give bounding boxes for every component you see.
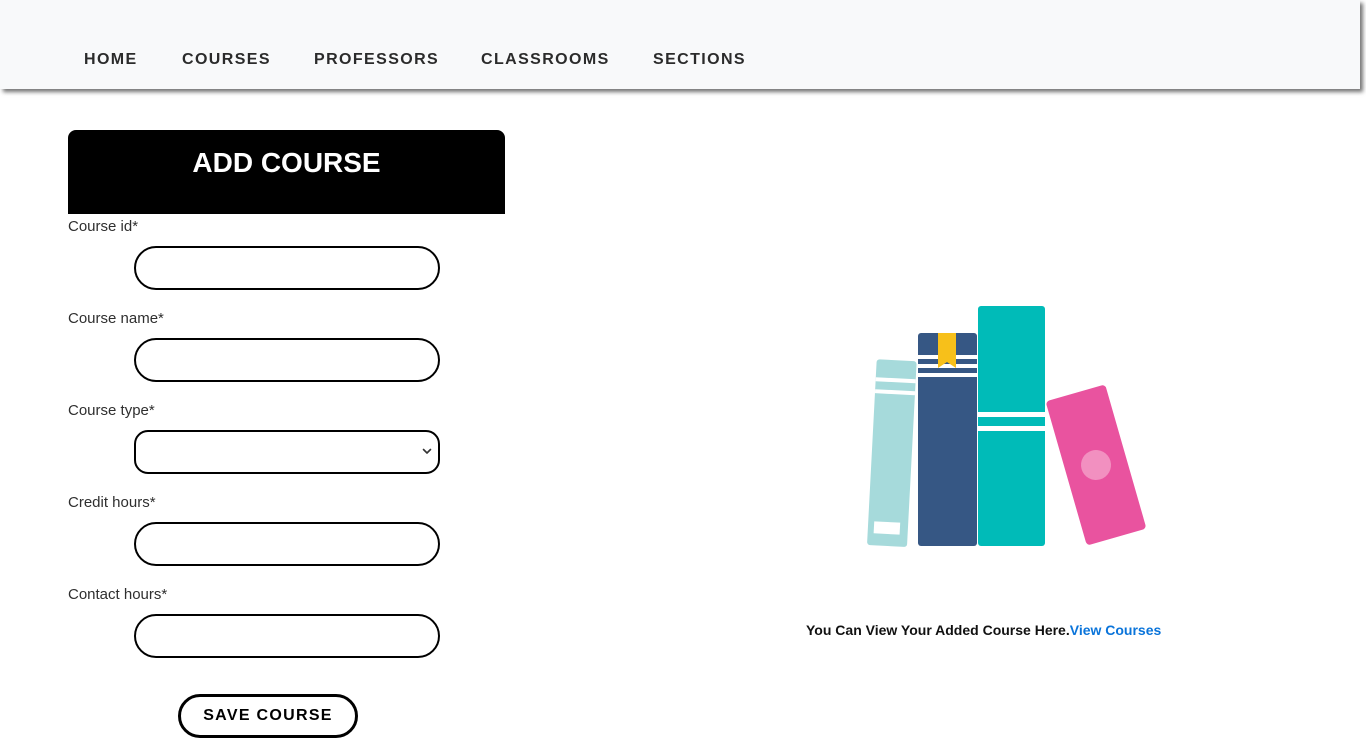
course-id-input[interactable] <box>134 246 440 290</box>
view-courses-message: You Can View Your Added Course Here.View… <box>806 622 1161 638</box>
credit-hours-input[interactable] <box>134 522 440 566</box>
course-name-label: Course name* <box>68 310 164 327</box>
books-icon <box>867 306 1146 547</box>
nav-professors[interactable]: PROFESSORS <box>314 51 439 69</box>
course-name-input[interactable] <box>134 338 440 382</box>
nav-classrooms[interactable]: CLASSROOMS <box>481 51 610 69</box>
course-type-label: Course type* <box>68 402 155 419</box>
save-course-button[interactable]: SAVE COURSE <box>178 694 358 738</box>
nav-sections[interactable]: SECTIONS <box>653 51 746 69</box>
form-header: ADD COURSE <box>68 130 505 214</box>
contact-hours-label: Contact hours* <box>68 586 168 603</box>
course-id-label: Course id* <box>68 218 139 235</box>
contact-hours-input[interactable] <box>134 614 440 658</box>
chevron-down-icon <box>422 448 432 454</box>
top-navbar: HOME COURSES PROFESSORS CLASSROOMS SECTI… <box>0 0 1360 89</box>
view-courses-link[interactable]: View Courses <box>1070 622 1162 638</box>
credit-hours-label: Credit hours* <box>68 494 156 511</box>
course-type-select[interactable] <box>134 430 440 474</box>
view-courses-text: You Can View Your Added Course Here. <box>806 622 1070 638</box>
form-title: ADD COURSE <box>192 147 381 178</box>
nav-home[interactable]: HOME <box>84 51 138 69</box>
nav-courses[interactable]: COURSES <box>182 51 271 69</box>
